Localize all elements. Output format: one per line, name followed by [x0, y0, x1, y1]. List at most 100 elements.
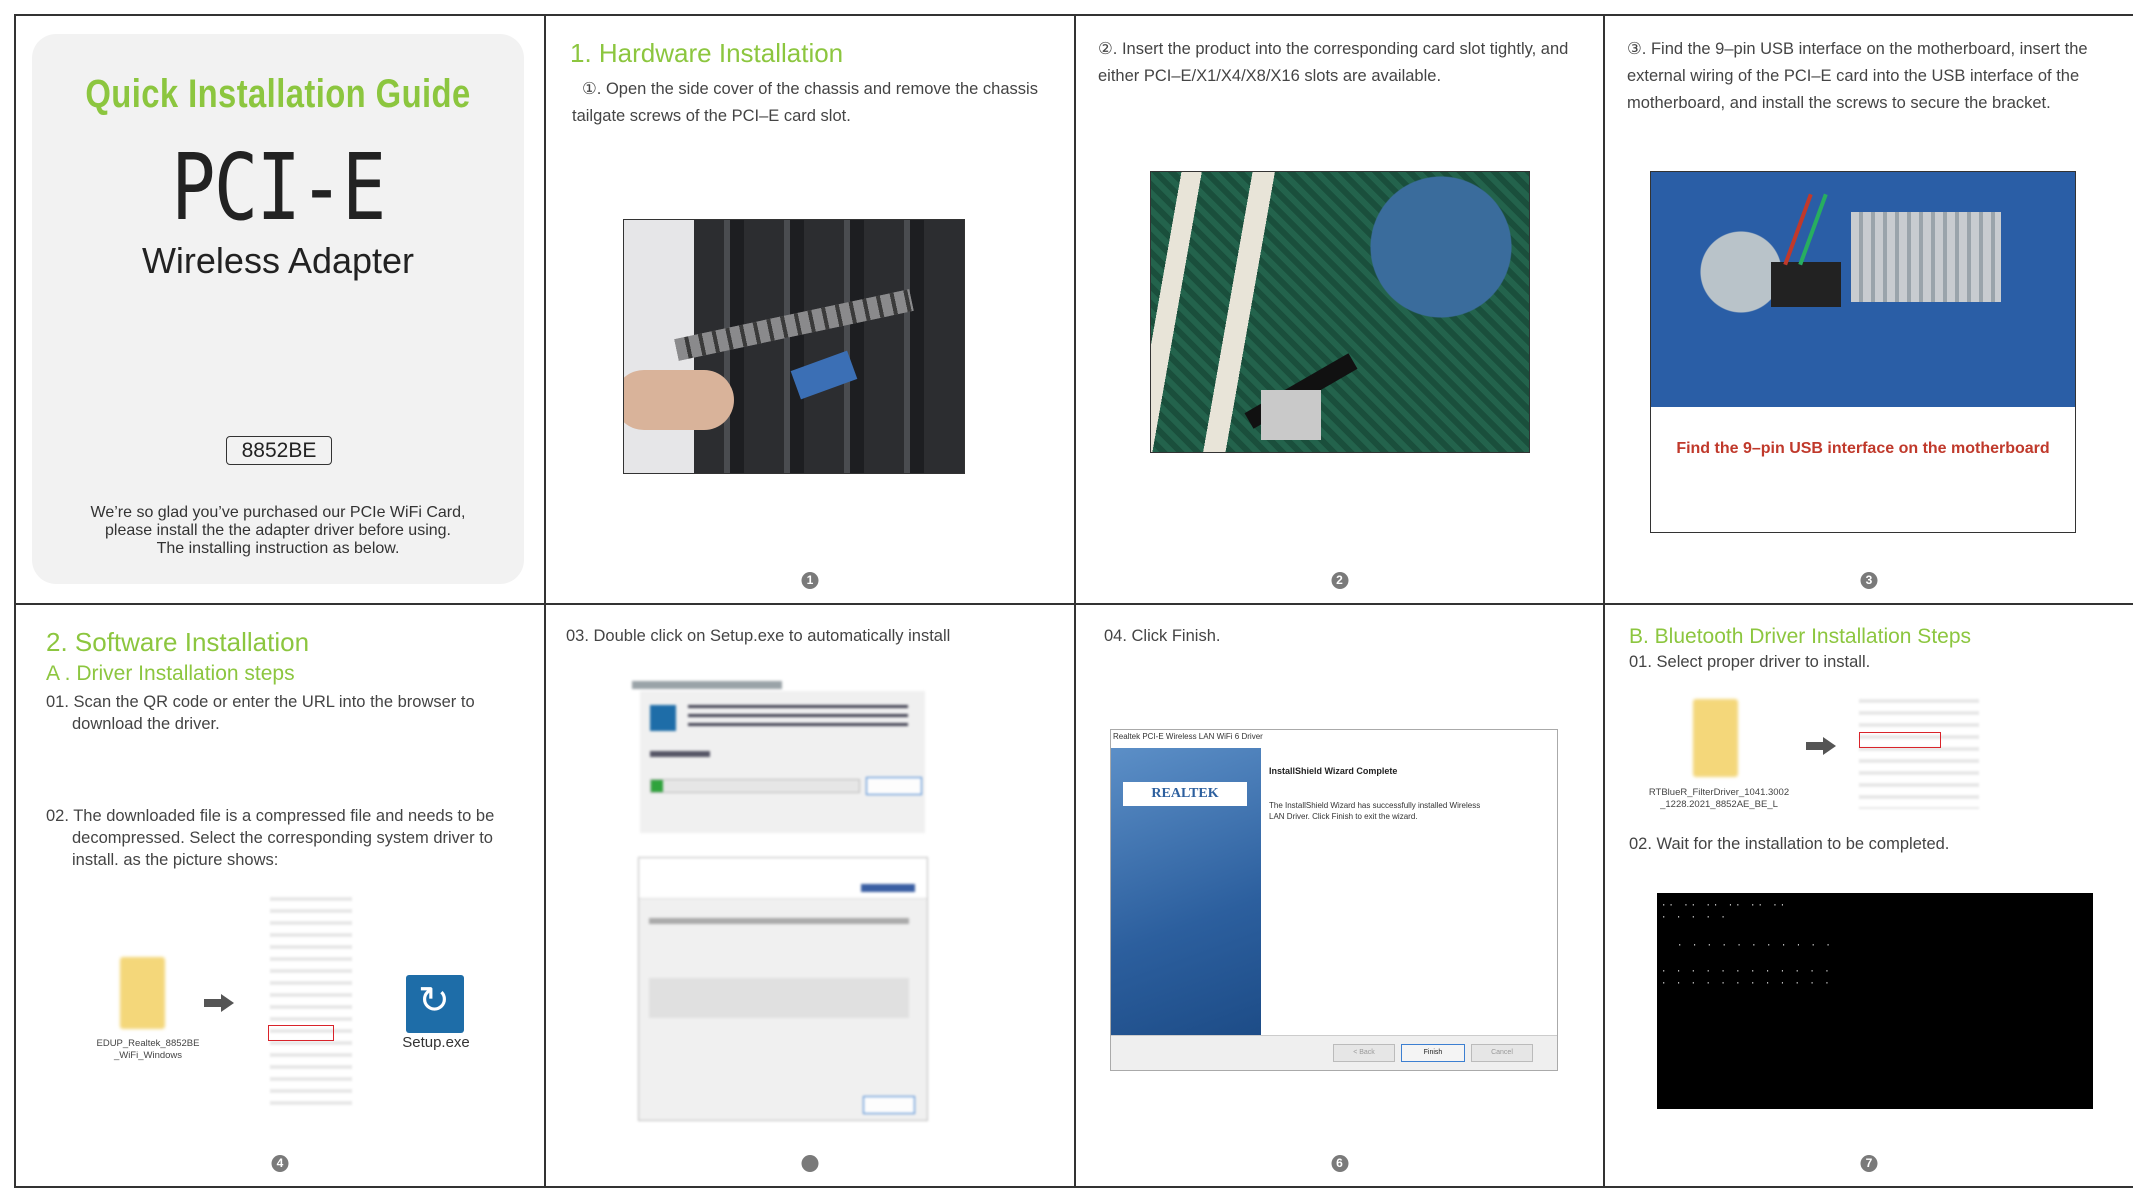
bluetooth-panel: B. Bluetooth Driver Installation Steps 0…	[1605, 605, 2133, 1188]
cancel-button[interactable]: Cancel	[1471, 1044, 1533, 1062]
wizard-side-art: REALTEK	[1111, 748, 1261, 1036]
chassis-photo	[623, 219, 965, 474]
software-step-panel: 2. Software Installation A . Driver Inst…	[16, 605, 546, 1188]
step-3-text: ③. Find the 9–pin USB interface on the m…	[1627, 36, 2088, 117]
finish-panel: 04. Click Finish. Realtek PCI-E Wireless…	[1076, 605, 1605, 1188]
dialog-title-bar	[632, 681, 782, 689]
console-line-2: · · · · ·	[1661, 913, 1728, 923]
hardware-step-3-panel: ③. Find the 9–pin USB interface on the m…	[1605, 16, 2133, 605]
sw-step-1-line-1: 01. Scan the QR code or enter the URL in…	[46, 693, 475, 711]
page-number: 1	[801, 572, 819, 589]
arrow-right-icon	[204, 994, 234, 1012]
console-line-5: · · · · · · · · · · · ·	[1661, 979, 1832, 989]
bt-step-1: 01. Select proper driver to install.	[1629, 653, 1871, 671]
back-button[interactable]: < Back	[1333, 1044, 1395, 1062]
step-3-line-1: ③. Find the 9–pin USB interface on the m…	[1627, 40, 2088, 58]
manual-sheet: Quick Installation Guide PCI-E Wireless …	[14, 14, 2133, 1188]
next-button[interactable]	[863, 1096, 915, 1114]
card-board	[790, 350, 858, 400]
bluetooth-title: B. Bluetooth Driver Installation Steps	[1629, 625, 1972, 648]
driver-steps-subtitle: A . Driver Installation steps	[46, 662, 295, 685]
bt-file-line-2: _1228.2021_8852AE_BE_L	[1660, 799, 1778, 810]
console-window: ·· ·· ·· ·· ·· ·· · · · · · · · · · · · …	[1657, 881, 2093, 1109]
bt-selection-highlight	[1859, 732, 1941, 748]
folder-icon	[120, 957, 165, 1029]
driver-folder-label: EDUP_Realtek_8852BE _WiFi_Windows	[80, 1038, 216, 1062]
dialog-status	[650, 751, 710, 757]
wizard-footer: < Back Finish Cancel	[1111, 1035, 1557, 1070]
finish-step-text: 04. Click Finish.	[1104, 627, 1221, 645]
step-2-text: ②. Insert the product into the correspon…	[1098, 36, 1568, 90]
status-header	[639, 858, 927, 899]
cancel-button[interactable]	[866, 777, 922, 795]
cover-title: Quick Installation Guide	[85, 72, 471, 116]
step-2-line-2: either PCI–E/X1/X4/X8/X16 slots are avai…	[1098, 67, 1442, 85]
arrow-right-icon	[1806, 737, 1836, 755]
sw-step-2-line-2: decompressed. Select the corresponding s…	[72, 829, 493, 847]
cover-subtitle: Wireless Adapter	[141, 240, 415, 281]
cover-product: PCI-E	[171, 134, 386, 241]
page-number: 3	[1860, 572, 1878, 589]
software-step-1: 01. Scan the QR code or enter the URL in…	[46, 691, 475, 735]
motherboard-slot-photo	[1150, 171, 1530, 453]
folder-label-line-1: EDUP_Realtek_8852BE	[96, 1038, 200, 1049]
software-step-2: 02. The downloaded file is a compressed …	[46, 805, 494, 871]
usb-header-photo: Find the 9–pin USB interface on the moth…	[1650, 171, 2076, 533]
hardware-step-2-panel: ②. Insert the product into the correspon…	[1076, 16, 1605, 605]
setup-mini-icon	[650, 705, 676, 731]
wizard-heading: InstallShield Wizard Complete	[1269, 766, 1398, 776]
sw-step-2-line-3: install. as the picture shows:	[72, 851, 279, 869]
cover-card: Quick Installation Guide PCI-E Wireless …	[32, 34, 524, 584]
install-progress-bar	[650, 779, 860, 793]
status-panel	[649, 978, 909, 1018]
bt-file-line-1: RTBlueR_FilterDriver_1041.3002	[1648, 787, 1790, 798]
motherboard	[1651, 172, 2075, 407]
setup-label: Setup.exe	[402, 1034, 470, 1051]
model-badge: 8852BE	[226, 436, 332, 465]
step-3-line-2: external wiring of the PCI–E card into t…	[1627, 67, 2080, 85]
bt-file-label: RTBlueR_FilterDriver_1041.3002 _1228.202…	[1631, 787, 1807, 811]
setup-install-panel: 03. Double click on Setup.exe to automat…	[546, 605, 1076, 1188]
step-2-line-1: ②. Insert the product into the correspon…	[1098, 40, 1569, 58]
intro-line-1: We’re so glad you’ve purchased our PCIe …	[90, 504, 466, 521]
bt-step-2: 02. Wait for the installation to be comp…	[1629, 835, 1950, 853]
step-3-line-3: motherboard, and install the screws to s…	[1627, 94, 2051, 112]
file-list-image	[270, 897, 352, 1107]
sw-step-2-line-1: 02. The downloaded file is a compressed …	[46, 807, 495, 825]
wizard-title: Realtek PCI-E Wireless LAN WiFi 6 Driver	[1113, 732, 1263, 741]
intro-line-3: The installing instruction as below.	[156, 540, 400, 557]
setup-step-text: 03. Double click on Setup.exe to automat…	[566, 627, 951, 645]
connector-block	[1261, 390, 1321, 440]
usb-caption: Find the 9–pin USB interface on the moth…	[1676, 440, 2050, 457]
selection-highlight	[268, 1025, 334, 1041]
hand	[624, 370, 734, 430]
console-line-4: · · · · · · · · · · · ·	[1661, 967, 1832, 977]
cover-intro: We’re so glad you’ve purchased our PCIe …	[32, 504, 524, 558]
status-line-1	[649, 918, 909, 924]
software-title: 2. Software Installation	[46, 627, 310, 657]
wizard-body: The InstallShield Wizard has successfull…	[1269, 800, 1480, 822]
console-line-1: ·· ·· ·· ·· ·· ··	[1661, 901, 1788, 911]
wizard-body-line-1: The InstallShield Wizard has successfull…	[1269, 801, 1481, 810]
console-line-3: · · · · · · · · · · ·	[1677, 941, 1833, 951]
bracket-plate	[674, 289, 914, 361]
page-number: 4	[271, 1155, 289, 1172]
bt-file-list-image	[1859, 699, 1979, 809]
console-title-bar	[1657, 881, 2093, 893]
page-number	[801, 1155, 819, 1172]
page-number: 6	[1331, 1155, 1348, 1172]
sw-step-1-line-2: download the driver.	[72, 715, 220, 733]
page-number: 7	[1860, 1155, 1878, 1172]
bt-folder-icon	[1693, 699, 1738, 777]
hardware-step-1-panel: 1. Hardware Installation ①. Open the sid…	[546, 16, 1076, 605]
cover-panel: Quick Installation Guide PCI-E Wireless …	[16, 16, 546, 605]
intro-line-2: please install the the adapter driver be…	[105, 522, 451, 539]
step-1-line-2: tailgate screws of the PCI–E card slot.	[572, 107, 851, 125]
install-wizard-window: Realtek PCI-E Wireless LAN WiFi 6 Driver…	[1110, 729, 1558, 1071]
finish-button[interactable]: Finish	[1401, 1044, 1465, 1062]
page-number: 2	[1331, 572, 1348, 589]
step-1-line-1: ①. Open the side cover of the chassis an…	[582, 80, 1038, 98]
dialog-message	[688, 705, 908, 727]
realtek-logo	[861, 884, 915, 892]
hardware-title: 1. Hardware Installation	[570, 38, 844, 68]
